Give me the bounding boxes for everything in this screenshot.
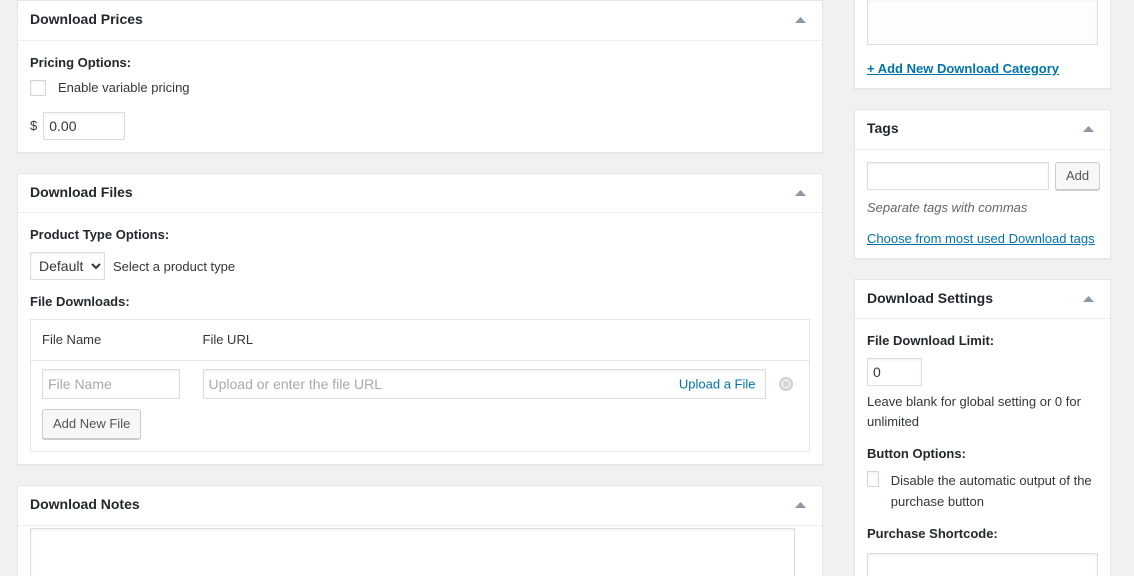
chevron-up-icon[interactable] [786, 6, 814, 34]
panel-download-files: Download Files Product Type Options: Def… [17, 172, 823, 466]
circle-x-icon[interactable] [778, 376, 794, 392]
file-name-input[interactable] [42, 369, 180, 400]
download-notes-textarea[interactable] [30, 527, 795, 576]
enable-variable-pricing-row: Enable variable pricing [30, 79, 810, 96]
panel-download-prices-title: Download Prices [30, 11, 143, 27]
tags-hint: Separate tags with commas [867, 199, 1028, 215]
panel-download-settings: Download Settings File Download Limit: L… [854, 278, 1111, 576]
product-type-hint: Select a product type [113, 258, 236, 274]
disable-purchase-button-row: Disable the automatic output of the purc… [867, 471, 1098, 511]
panel-tags: Tags Add Separate tags with commas Choos… [854, 109, 1111, 259]
cell-add-new-file: Add New File [31, 407, 810, 452]
chevron-up-icon[interactable] [786, 179, 814, 207]
chevron-up-icon[interactable] [1074, 115, 1102, 143]
chevron-up-icon[interactable] [1074, 285, 1102, 313]
file-downloads-label: File Downloads: [30, 294, 130, 310]
file-download-limit-row: Leave blank for global setting or 0 for … [867, 358, 1098, 432]
panel-tags-title: Tags [867, 120, 899, 136]
disable-purchase-button-label[interactable]: Disable the automatic output of the purc… [891, 471, 1098, 511]
panel-download-files-title: Download Files [30, 183, 133, 200]
product-type-row: Default Select a product type [30, 252, 810, 281]
most-used-tags-link[interactable]: Choose from most used Download tags [867, 231, 1095, 246]
file-download-limit-hint: Leave blank for global setting or 0 for … [867, 394, 1081, 430]
table-actions-row: Add New File [31, 407, 810, 452]
panel-download-notes-header[interactable]: Download Notes [18, 486, 822, 526]
pricing-options-label: Pricing Options: [30, 54, 132, 70]
panel-download-notes-body [18, 526, 822, 576]
panel-download-files-body: Product Type Options: Default Select a p… [18, 227, 822, 464]
file-download-limit-input[interactable] [867, 358, 922, 387]
tags-input-row: Add [867, 161, 1101, 190]
table-header-row: File Name File URL [30, 319, 810, 362]
admin-edit-download-screen: Download Prices Pricing Options: Enable … [0, 0, 1134, 576]
panel-download-prices: Download Prices Pricing Options: Enable … [17, 0, 823, 153]
button-options-label: Button Options: [867, 446, 966, 462]
panel-download-categories: + Add New Download Category [854, 0, 1111, 89]
enable-variable-pricing-label[interactable]: Enable variable pricing [58, 80, 190, 95]
table-row: Upload a File [31, 361, 810, 408]
download-category-list[interactable] [867, 0, 1098, 45]
currency-symbol: $ [30, 118, 38, 134]
panel-download-settings-title: Download Settings [867, 289, 993, 306]
product-type-select[interactable]: Default [30, 252, 105, 281]
tags-input[interactable] [867, 161, 1049, 190]
sidebar-column: + Add New Download Category Tags Add Sep… [854, 0, 1111, 576]
column-header-file-url: File URL [195, 319, 770, 362]
add-tag-button[interactable]: Add [1055, 161, 1101, 190]
file-download-limit-label: File Download Limit: [867, 333, 995, 349]
add-new-download-category-link[interactable]: + Add New Download Category [867, 61, 1059, 76]
cell-file-url: Upload a File [196, 361, 770, 408]
panel-download-notes-title: Download Notes [30, 496, 140, 513]
panel-tags-body: Add Separate tags with commas Choose fro… [855, 150, 1110, 258]
cell-remove [770, 361, 810, 408]
column-header-actions [769, 319, 810, 362]
panel-download-settings-header[interactable]: Download Settings [855, 280, 1110, 320]
purchase-shortcode-input[interactable] [867, 552, 1098, 576]
panel-download-notes: Download Notes [17, 485, 823, 576]
product-type-options-label: Product Type Options: [30, 227, 170, 243]
add-new-file-button[interactable]: Add New File [42, 409, 142, 440]
panel-tags-header[interactable]: Tags [855, 110, 1110, 150]
main-column: Download Prices Pricing Options: Enable … [17, 0, 823, 576]
panel-download-prices-header[interactable]: Download Prices [18, 1, 822, 41]
file-downloads-table: File Name File URL File Name Upload or e… [30, 319, 810, 453]
panel-download-settings-body: File Download Limit: Leave blank for glo… [855, 333, 1110, 576]
purchase-shortcode-label: Purchase Shortcode: [867, 525, 998, 541]
enable-variable-pricing-checkbox[interactable] [30, 79, 46, 96]
panel-download-categories-body: + Add New Download Category [855, 0, 1110, 88]
price-input[interactable] [43, 111, 126, 140]
chevron-up-icon[interactable] [786, 491, 814, 519]
price-row: $ [30, 111, 810, 140]
cell-file-name [31, 361, 196, 408]
upload-a-file-link[interactable]: Upload a File [674, 376, 756, 392]
column-header-file-name: File Name [30, 319, 196, 362]
panel-download-files-header[interactable]: Download Files [18, 174, 822, 214]
panel-download-prices-body: Pricing Options: Enable variable pricing… [18, 55, 822, 152]
disable-purchase-button-checkbox[interactable] [867, 471, 879, 488]
